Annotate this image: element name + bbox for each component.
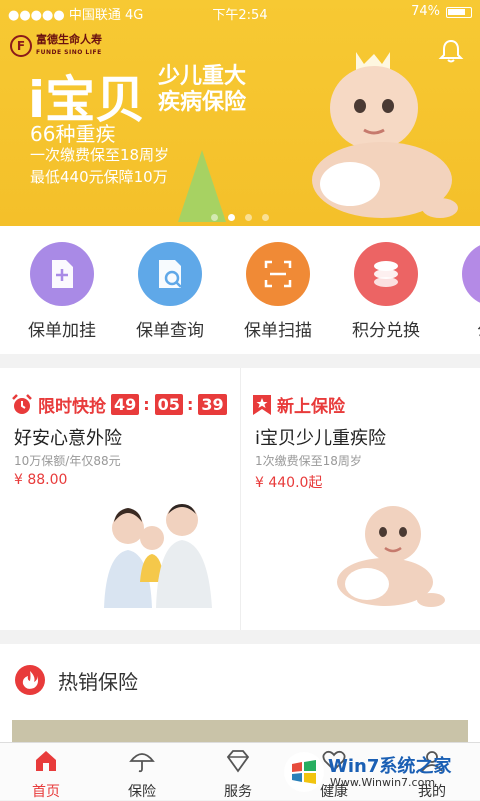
hot-section: 热销保险: [0, 644, 480, 760]
action-label: 积分兑换: [352, 321, 420, 341]
carousel-dot[interactable]: [211, 214, 218, 221]
tab-insurance[interactable]: 保险: [102, 749, 182, 801]
status-time: 下午2:54: [212, 8, 268, 23]
alarm-clock-icon: [12, 393, 32, 414]
action-label: 公司: [444, 316, 480, 341]
company-icon: [462, 242, 480, 306]
battery-label: 74%: [411, 4, 440, 19]
countdown-hours: 49: [111, 394, 140, 415]
action-policy-scan[interactable]: 保单扫描: [228, 242, 328, 341]
action-policy-add[interactable]: 保单加挂: [12, 242, 112, 341]
tab-home[interactable]: 首页: [6, 749, 86, 801]
action-label: 保单查询: [136, 321, 204, 341]
carousel-dot[interactable]: [228, 214, 235, 221]
action-label: 保单加挂: [28, 321, 96, 341]
banner-subtitle-line2: 疾病保险: [158, 90, 247, 115]
countdown-minutes: 05: [154, 394, 183, 415]
brand-name: 富德生命人寿: [36, 33, 102, 46]
tab-service[interactable]: 服务: [198, 749, 278, 801]
umbrella-icon: [129, 753, 155, 773]
baby-image: [312, 52, 458, 218]
tab-label: 首页: [32, 784, 60, 800]
hot-section-title: 热销保险: [58, 669, 138, 694]
coins-icon: [354, 242, 418, 306]
promo-product-desc: 10万保额/年仅88元: [14, 454, 121, 468]
promo-tag: 限时快抢: [38, 397, 106, 417]
tab-label: 服务: [224, 784, 252, 800]
action-policy-query[interactable]: 保单查询: [120, 242, 220, 341]
action-points-redeem[interactable]: 积分兑换: [336, 242, 436, 341]
diamond-icon: [226, 750, 250, 773]
quick-actions: 保单加挂 保单查询 保单扫描 积分兑换: [0, 226, 480, 354]
action-label: 保单扫描: [244, 321, 312, 341]
status-bar: ●●●●● 中国联通 4G 下午2:54 74%: [0, 0, 480, 24]
hero-banner[interactable]: ●●●●● 中国联通 4G 下午2:54 74% F 富德生命人寿 FUNDE …: [0, 0, 480, 226]
family-image: [104, 504, 212, 608]
promo-product-name: 好安心意外险: [14, 428, 122, 449]
baby-image: [337, 506, 445, 607]
action-company[interactable]: 公司: [444, 242, 480, 341]
add-document-icon: [30, 242, 94, 306]
home-icon: [36, 751, 56, 771]
tab-label: 保险: [128, 784, 156, 800]
banner-subtitle: 少儿重大 疾病保险: [158, 64, 246, 116]
battery-icon: [446, 7, 472, 18]
promo-product-name: i宝贝少儿重疾险: [255, 428, 387, 449]
promo-product-desc: 1次缴费保至18周岁: [255, 454, 362, 468]
search-document-icon: [138, 242, 202, 306]
promo-card-flash-sale[interactable]: 限时快抢 49: 05: 39 好安心意外险 10万保额/年仅88元 ¥ 88.…: [0, 368, 240, 630]
promo-section: 限时快抢 49: 05: 39 好安心意外险 10万保额/年仅88元 ¥ 88.…: [0, 368, 480, 630]
brand-logo: F 富德生命人寿 FUNDE SINO LIFE: [10, 34, 102, 58]
promo-card-new[interactable]: 新上保险 i宝贝少儿重疾险 1次缴费保至18周岁 ¥ 440.0起: [240, 368, 480, 630]
flame-icon: [15, 665, 45, 695]
scan-icon: [246, 242, 310, 306]
promo-product-price: ¥ 440.0起: [255, 475, 323, 491]
banner-line2: 一次缴费保至18周岁: [30, 146, 170, 164]
carousel-dot[interactable]: [245, 214, 252, 221]
carousel-dot[interactable]: [262, 214, 269, 221]
banner-line3: 最低440元保障10万: [30, 168, 168, 186]
watermark-text: Win7系统之家: [328, 756, 452, 777]
banner-line1: 66种重疾: [30, 122, 116, 146]
watermark-url: Www.Winwin7.com: [330, 776, 436, 789]
brand-name-en: FUNDE SINO LIFE: [36, 49, 102, 56]
brand-seal-icon: F: [10, 35, 32, 57]
promo-tag: 新上保险: [277, 397, 345, 417]
banner-subtitle-line1: 少儿重大: [158, 64, 247, 89]
countdown-seconds: 39: [198, 394, 227, 415]
bookmark-star-icon: [253, 394, 271, 415]
carousel-dots[interactable]: [0, 206, 480, 225]
promo-product-price: ¥ 88.00: [14, 472, 68, 488]
